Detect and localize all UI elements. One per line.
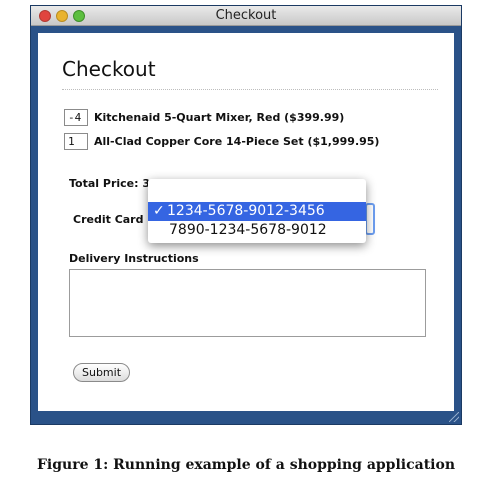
credit-card-label: Credit Card :	[73, 213, 152, 226]
delivery-instructions-field[interactable]	[69, 269, 426, 337]
delivery-instructions-label: Delivery Instructions	[69, 252, 199, 265]
submit-button[interactable]: Submit	[73, 363, 131, 382]
page-title: Checkout	[62, 57, 156, 81]
figure-caption: Figure 1: Running example of a shopping …	[36, 457, 456, 473]
divider	[62, 89, 438, 90]
checkout-page: Checkout Kitchenaid 5-Quart Mixer, Red (…	[38, 33, 454, 411]
window-title: Checkout	[215, 8, 277, 23]
credit-card-option-selected[interactable]: ✓ 1234-5678-9012-3456	[148, 202, 366, 221]
credit-card-select[interactable]	[365, 203, 375, 235]
option-text: 1234-5678-9012-3456	[167, 203, 325, 219]
credit-card-option[interactable]: 7890-1234-5678-9012	[148, 221, 366, 240]
quantity-input-cookware[interactable]	[64, 133, 88, 150]
option-text: 7890-1234-5678-9012	[169, 222, 327, 238]
window-resize-icon[interactable]	[449, 412, 459, 422]
credit-card-dropdown: ✓ 1234-5678-9012-3456 7890-1234-5678-9012	[148, 179, 366, 243]
checkmark-icon: ✓	[153, 203, 165, 219]
quantity-input-mixer[interactable]	[64, 109, 88, 126]
item-label-mixer: Kitchenaid 5-Quart Mixer, Red ($399.99)	[94, 111, 345, 124]
item-label-cookware: All-Clad Copper Core 14-Piece Set ($1,99…	[94, 135, 380, 148]
title-bar[interactable]: Checkout	[31, 6, 461, 26]
browser-window: Checkout Checkout Kitchenaid 5-Quart Mix…	[30, 5, 462, 425]
